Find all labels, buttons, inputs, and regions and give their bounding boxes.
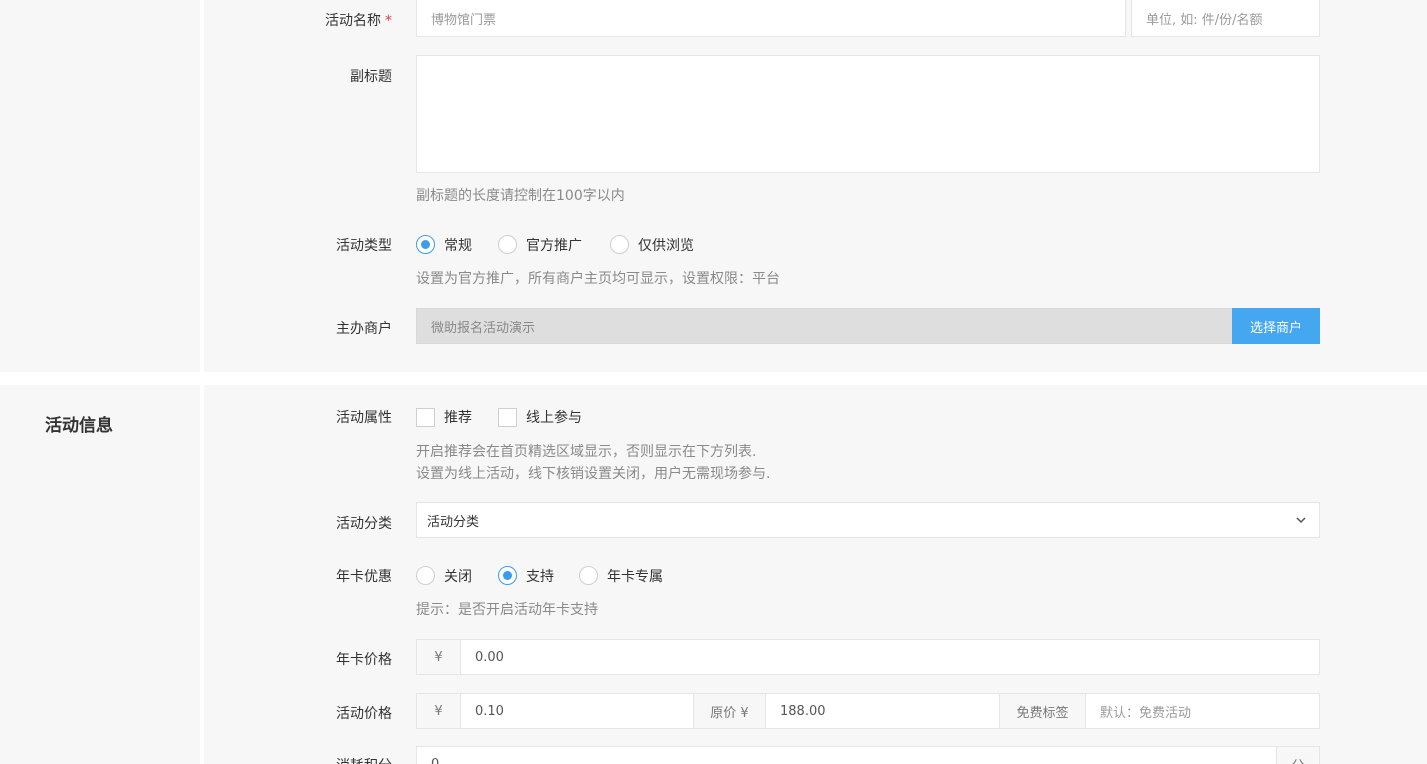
chevron-down-icon — [1296, 517, 1306, 524]
category-selected-value: 活动分类 — [427, 514, 480, 530]
recommend-checkbox[interactable] — [416, 408, 435, 427]
annual-radio-exclusive[interactable] — [579, 566, 598, 585]
section-left-column: 活动信息 — [0, 385, 200, 764]
section-left-column — [0, 0, 200, 372]
subtitle-help: 副标题的长度请控制在100字以内 — [416, 188, 625, 204]
activity-name-input[interactable]: 博物馆门票 — [416, 0, 1126, 37]
annual-card-label: 年卡优惠 — [336, 569, 392, 585]
type-option-label: 官方推广 — [526, 238, 582, 254]
attr-option-label: 推荐 — [444, 410, 472, 426]
required-mark: * — [385, 13, 392, 29]
original-price-input[interactable]: 188.00 — [765, 693, 1000, 729]
activity-type-label: 活动类型 — [336, 238, 392, 254]
merchant-label: 主办商户 — [336, 321, 392, 337]
attr-option-label: 线上参与 — [526, 410, 582, 426]
currency-addon: ¥ — [416, 693, 461, 729]
free-tag-addon: 免费标签 — [999, 693, 1086, 729]
type-radio-official[interactable] — [498, 235, 517, 254]
type-radio-regular[interactable] — [416, 235, 435, 254]
subtitle-textarea[interactable] — [416, 55, 1320, 173]
attr-help-line-2: 设置为线上活动，线下核销设置关闭，用户无需现场参与. — [416, 466, 771, 482]
activity-attr-label: 活动属性 — [336, 410, 392, 426]
select-merchant-button[interactable]: 选择商户 — [1232, 308, 1320, 344]
points-label: 消耗积分 — [292, 755, 392, 764]
annual-option-label: 年卡专属 — [607, 569, 663, 585]
activity-type-help: 设置为官方推广，所有商户主页均可显示，设置权限：平台 — [416, 271, 780, 287]
annual-price-label: 年卡价格 — [336, 652, 392, 668]
points-unit-addon: 分 — [1276, 746, 1320, 764]
subtitle-label: 副标题 — [350, 69, 392, 85]
annual-price-input[interactable]: 0.00 — [460, 639, 1320, 675]
activity-name-label: 活动名称 * — [325, 13, 392, 29]
section-title: 活动信息 — [45, 416, 113, 436]
category-select[interactable]: 活动分类 — [416, 502, 1320, 538]
attr-help-line-1: 开启推荐会在首页精选区域显示，否则显示在下方列表. — [416, 444, 757, 460]
currency-addon: ¥ — [416, 639, 461, 675]
annual-card-help: 提示：是否开启活动年卡支持 — [416, 602, 598, 618]
annual-radio-support[interactable] — [498, 566, 517, 585]
annual-radio-off[interactable] — [416, 566, 435, 585]
category-label: 活动分类 — [336, 516, 392, 532]
unit-input[interactable]: 单位, 如: 件/份/名额 — [1131, 0, 1320, 37]
activity-price-input[interactable]: 0.10 — [460, 693, 694, 729]
type-option-label: 仅供浏览 — [638, 238, 694, 254]
type-option-label: 常规 — [444, 238, 472, 254]
online-checkbox[interactable] — [498, 408, 517, 427]
merchant-input: 微助报名活动演示 — [416, 308, 1233, 344]
annual-option-label: 关闭 — [444, 569, 472, 585]
activity-price-label: 活动价格 — [336, 706, 392, 722]
free-tag-input[interactable]: 默认：免费活动 — [1085, 693, 1320, 729]
points-input[interactable]: 0 — [416, 746, 1277, 764]
original-price-addon: 原价 ¥ — [693, 693, 766, 729]
section-divider — [200, 0, 204, 372]
annual-option-label: 支持 — [526, 569, 554, 585]
section-divider — [200, 385, 204, 764]
type-radio-browse-only[interactable] — [610, 235, 629, 254]
